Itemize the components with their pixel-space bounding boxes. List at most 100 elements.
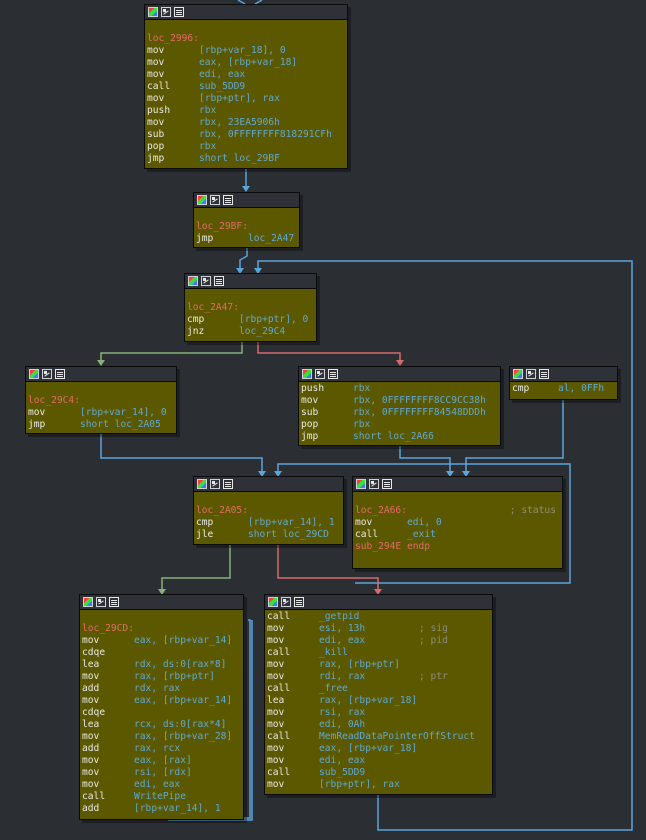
asm-line[interactable]: pop rbx xyxy=(301,419,498,431)
graph-icon[interactable] xyxy=(42,369,52,379)
asm-line[interactable]: mov rax, [rbp+ptr] xyxy=(82,671,241,683)
asm-line[interactable]: mov edi, 0Ah xyxy=(267,719,490,731)
asm-line[interactable]: add rax, rcx xyxy=(82,743,241,755)
asm-line[interactable] xyxy=(196,493,341,505)
list-icon[interactable] xyxy=(214,276,224,286)
color-icon[interactable] xyxy=(148,7,158,17)
asm-line[interactable]: cmp [rbp+var_14], 1 xyxy=(196,517,341,529)
asm-line[interactable]: mov [rbp+var_18], 0 xyxy=(147,45,345,57)
asm-line[interactable]: mov edi, eax xyxy=(82,779,241,791)
graph-icon[interactable] xyxy=(201,276,211,286)
asm-line[interactable] xyxy=(82,611,241,623)
asm-line[interactable]: mov rdi, rax ; ptr xyxy=(267,671,490,683)
asm-line[interactable] xyxy=(187,290,314,302)
asm-line[interactable]: call sub_5DD9 xyxy=(267,767,490,779)
block-cmp-al[interactable]: cmp al, 0FFh xyxy=(509,366,618,400)
asm-line[interactable]: sub rbx, 0FFFFFFFF818291CFh xyxy=(147,129,345,141)
graph-icon[interactable] xyxy=(526,369,536,379)
asm-line[interactable]: lea rax, [rbp+var_18] xyxy=(267,695,490,707)
asm-line[interactable]: cmp al, 0FFh xyxy=(512,383,615,395)
asm-line[interactable]: mov esi, 13h ; sig xyxy=(267,623,490,635)
asm-line[interactable]: mov eax, [rax] xyxy=(82,755,241,767)
block-loc-2996[interactable]: loc_2996: mov [rbp+var_18], 0 mov eax, [rbp+… xyxy=(144,4,348,169)
list-icon[interactable] xyxy=(328,369,338,379)
asm-line[interactable] xyxy=(147,21,345,33)
asm-line[interactable]: lea rcx, ds:0[rax*4] xyxy=(82,719,241,731)
list-icon[interactable] xyxy=(223,479,233,489)
asm-line[interactable]: mov [rbp+ptr], rax xyxy=(147,93,345,105)
color-icon[interactable] xyxy=(197,195,207,205)
asm-line[interactable]: cdqe xyxy=(82,647,241,659)
asm-line[interactable]: call _free xyxy=(267,683,490,695)
asm-line[interactable]: mov edi, eax xyxy=(267,755,490,767)
block-loc-29c4[interactable]: loc_29C4: mov [rbp+var_14], 0 jmp short loc_… xyxy=(25,366,177,434)
asm-line[interactable]: mov eax, [rbp+var_14] xyxy=(82,635,241,647)
list-icon[interactable] xyxy=(294,597,304,607)
graph-icon[interactable] xyxy=(210,195,220,205)
color-icon[interactable] xyxy=(268,597,278,607)
asm-line[interactable]: mov edi, eax xyxy=(147,69,345,81)
graph-icon[interactable] xyxy=(315,369,325,379)
block-loc-29cd[interactable]: loc_29CD: mov eax, [rbp+var_14] cdqe lea rdx,… xyxy=(79,594,244,820)
graph-icon[interactable] xyxy=(210,479,220,489)
list-icon[interactable] xyxy=(109,597,119,607)
asm-line[interactable]: mov edi, 0 xyxy=(355,517,560,529)
color-icon[interactable] xyxy=(83,597,93,607)
asm-line[interactable]: call _exit xyxy=(355,529,560,541)
asm-line[interactable]: jmp short loc_2A66 xyxy=(301,431,498,443)
asm-line[interactable]: mov rax, [rbp+ptr] xyxy=(267,659,490,671)
asm-line[interactable]: sub rbx, 0FFFFFFFF84548DDDh xyxy=(301,407,498,419)
block-loc-2a66[interactable]: loc_2A66: ; status mov edi, 0 call _exit sub_2… xyxy=(352,476,563,569)
asm-line[interactable]: mov rax, [rbp+var_28] xyxy=(82,731,241,743)
asm-line[interactable]: call sub_5DD9 xyxy=(147,81,345,93)
color-icon[interactable] xyxy=(513,369,523,379)
list-icon[interactable] xyxy=(539,369,549,379)
asm-line[interactable]: loc_2996: xyxy=(147,33,345,45)
asm-line[interactable]: call WritePipe xyxy=(82,791,241,803)
graph-icon[interactable] xyxy=(96,597,106,607)
asm-line[interactable]: jmp loc_2A47 xyxy=(196,233,297,245)
asm-line[interactable]: loc_2A47: xyxy=(187,302,314,314)
asm-line[interactable]: mov rsi, rax xyxy=(267,707,490,719)
asm-line[interactable]: mov eax, [rbp+var_18] xyxy=(267,743,490,755)
graph-icon[interactable] xyxy=(369,479,379,489)
asm-line[interactable]: loc_2A05: xyxy=(196,505,341,517)
color-icon[interactable] xyxy=(188,276,198,286)
asm-line[interactable]: mov [rbp+var_14], 0 xyxy=(28,407,174,419)
asm-line[interactable]: loc_29C4: xyxy=(28,395,174,407)
asm-line[interactable]: mov edi, eax ; pid xyxy=(267,635,490,647)
asm-line[interactable]: call _kill xyxy=(267,647,490,659)
asm-line[interactable]: mov [rbp+ptr], rax xyxy=(267,779,490,791)
asm-line[interactable]: jmp short loc_2A05 xyxy=(28,419,174,431)
asm-line[interactable]: sub_294E endp xyxy=(355,541,560,553)
asm-line[interactable]: pop rbx xyxy=(147,141,345,153)
block-loc-2a47[interactable]: loc_2A47: cmp [rbp+ptr], 0 jnz loc_29C4 xyxy=(184,273,317,342)
asm-line[interactable]: jmp short loc_29BF xyxy=(147,153,345,165)
list-icon[interactable] xyxy=(223,195,233,205)
block-push-rbx[interactable]: push rbx mov rbx, 0FFFFFFFF8CC9CC38h sub rbx,… xyxy=(298,366,501,446)
asm-line[interactable]: mov rsi, [rdx] xyxy=(82,767,241,779)
asm-line[interactable]: loc_29CD: xyxy=(82,623,241,635)
asm-line[interactable] xyxy=(196,209,297,221)
asm-line[interactable]: add rdx, rax xyxy=(82,683,241,695)
asm-line[interactable]: add [rbp+var_14], 1 xyxy=(82,803,241,815)
asm-line[interactable]: jnz loc_29C4 xyxy=(187,326,314,338)
asm-line[interactable]: call MemReadDataPointerOffStruct xyxy=(267,731,490,743)
asm-line[interactable]: mov rbx, 0FFFFFFFF8CC9CC38h xyxy=(301,395,498,407)
asm-line[interactable]: loc_29BF: xyxy=(196,221,297,233)
block-getpid[interactable]: call _getpid mov esi, 13h ; sig mov edi, eax ; … xyxy=(264,594,493,795)
asm-line[interactable] xyxy=(355,493,560,505)
asm-line[interactable]: mov eax, [rbp+var_14] xyxy=(82,695,241,707)
asm-line[interactable]: mov eax, [rbp+var_18] xyxy=(147,57,345,69)
list-icon[interactable] xyxy=(382,479,392,489)
graph-icon[interactable] xyxy=(281,597,291,607)
asm-line[interactable]: jle short loc_29CD xyxy=(196,529,341,541)
color-icon[interactable] xyxy=(197,479,207,489)
asm-line[interactable] xyxy=(28,383,174,395)
graph-icon[interactable] xyxy=(161,7,171,17)
asm-line[interactable]: mov rbx, 23EA5906h xyxy=(147,117,345,129)
asm-line[interactable]: loc_2A66: ; status xyxy=(355,505,560,517)
block-loc-29bf[interactable]: loc_29BF: jmp loc_2A47 xyxy=(193,192,300,248)
color-icon[interactable] xyxy=(356,479,366,489)
asm-line[interactable]: cmp [rbp+ptr], 0 xyxy=(187,314,314,326)
